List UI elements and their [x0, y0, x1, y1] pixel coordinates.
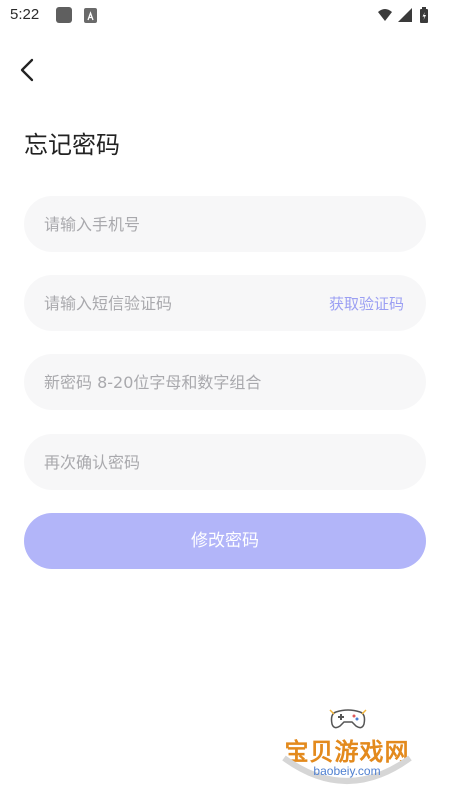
app-icon [56, 7, 72, 23]
page-title: 忘记密码 [24, 131, 120, 159]
confirm-password-field [24, 434, 426, 490]
phone-field [24, 196, 426, 252]
new-password-input[interactable] [24, 354, 426, 410]
status-bar: 5:22 [0, 0, 450, 32]
confirm-password-input[interactable] [24, 434, 426, 490]
chevron-left-icon [20, 58, 34, 82]
status-time: 5:22 [10, 6, 40, 23]
wifi-icon [378, 9, 392, 21]
font-icon [84, 8, 97, 23]
status-icons [374, 6, 438, 26]
gamepad-icon [329, 709, 367, 729]
phone-input[interactable] [24, 196, 426, 252]
get-code-button[interactable]: 获取验证码 [329, 293, 404, 314]
change-password-button[interactable]: 修改密码 [24, 513, 426, 569]
back-button[interactable] [12, 55, 46, 87]
watermark-logo: 宝贝游戏网 baobeiy.com [272, 696, 422, 800]
battery-icon [420, 7, 428, 23]
watermark-url: baobeiy.com [313, 764, 381, 778]
signal-icon [398, 8, 412, 22]
sms-code-field: 获取验证码 [24, 275, 426, 331]
new-password-field [24, 354, 426, 410]
